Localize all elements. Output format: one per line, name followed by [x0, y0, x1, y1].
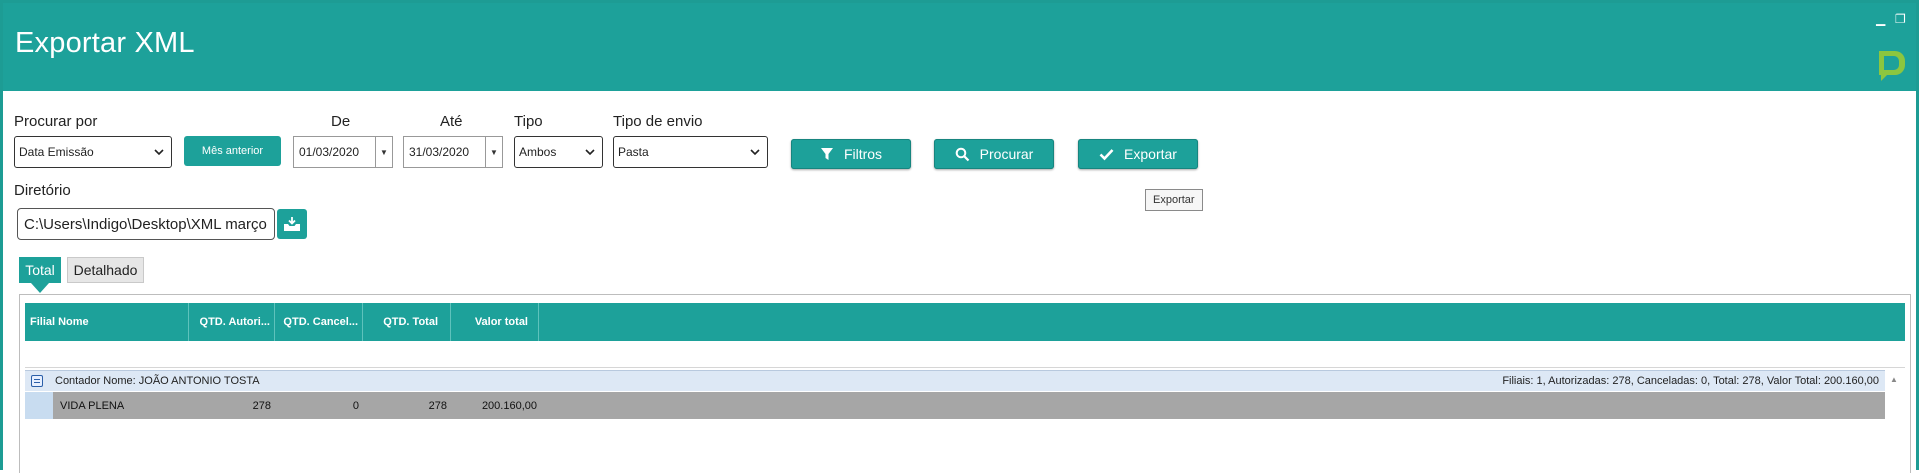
- grid-header: Filial Nome QTD. Autori... QTD. Cancel..…: [25, 303, 1905, 341]
- search-by-select[interactable]: Data Emissão: [14, 136, 172, 168]
- send-type-value: Pasta: [618, 145, 649, 159]
- app-logo-icon: [1879, 51, 1905, 81]
- minimize-button[interactable]: ▁: [1876, 13, 1885, 25]
- grid-filter-row[interactable]: [25, 341, 1905, 368]
- row-selector[interactable]: [25, 392, 53, 419]
- export-button[interactable]: Exportar: [1078, 139, 1198, 169]
- from-date-value: 01/03/2020: [299, 145, 360, 159]
- column-qtd-autorizadas[interactable]: QTD. Autori...: [189, 303, 275, 341]
- cell-valor-total: 200.160,00: [481, 399, 537, 412]
- group-summary: Filiais: 1, Autorizadas: 278, Canceladas…: [1502, 375, 1879, 387]
- tab-total[interactable]: Total: [19, 257, 61, 293]
- to-date-picker[interactable]: 31/03/2020 ▼: [403, 136, 503, 168]
- cell-qtd-autorizadas: 278: [252, 399, 271, 412]
- table-row[interactable]: VIDA PLENA 278 0 278 200.160,00: [25, 392, 1885, 419]
- export-button-label: Exportar: [1124, 146, 1177, 162]
- cell-filial-nome: VIDA PLENA: [60, 399, 125, 412]
- group-collapse-icon[interactable]: [31, 375, 43, 387]
- export-xml-window: Exportar XML ▁ ❐ Procurar por Data Emiss…: [0, 0, 1919, 473]
- chevron-down-icon: [154, 149, 164, 156]
- type-value: Ambos: [519, 145, 557, 159]
- search-button[interactable]: Procurar: [934, 139, 1054, 169]
- checkmark-icon: [1099, 148, 1114, 160]
- column-qtd-canceladas[interactable]: QTD. Cancel...: [275, 303, 363, 341]
- from-date-picker[interactable]: 01/03/2020 ▼: [293, 136, 393, 168]
- page-title: Exportar XML: [15, 27, 195, 59]
- scroll-up-arrow-icon[interactable]: ▲: [1887, 372, 1901, 386]
- export-tooltip: Exportar: [1145, 189, 1203, 211]
- directory-label: Diretório: [14, 182, 71, 199]
- type-label: Tipo: [514, 113, 543, 130]
- cell-qtd-total: 278: [428, 399, 447, 412]
- window-header: Exportar XML ▁ ❐: [3, 3, 1916, 91]
- send-type-label: Tipo de envio: [613, 113, 703, 130]
- filter-icon: [820, 148, 833, 160]
- tab-detalhado[interactable]: Detalhado: [67, 257, 144, 283]
- chevron-down-icon: [585, 149, 595, 156]
- browse-folder-button[interactable]: [277, 209, 307, 239]
- directory-input[interactable]: C:\Users\Indigo\Desktop\XML março: [17, 208, 275, 240]
- from-date-label: De: [331, 113, 351, 130]
- chevron-down-icon: [750, 149, 760, 156]
- column-valor-total[interactable]: Valor total: [451, 303, 539, 341]
- to-date-value: 31/03/2020: [409, 145, 470, 159]
- group-row[interactable]: Contador Nome: JOÃO ANTONIO TOSTA Filiai…: [25, 370, 1885, 391]
- search-by-label: Procurar por: [14, 113, 98, 130]
- group-label: Contador Nome: JOÃO ANTONIO TOSTA: [55, 375, 260, 387]
- type-select[interactable]: Ambos: [514, 136, 603, 168]
- send-type-select[interactable]: Pasta: [613, 136, 768, 168]
- folder-download-icon: [284, 217, 300, 231]
- column-qtd-total[interactable]: QTD. Total: [363, 303, 451, 341]
- to-date-label: Até: [440, 113, 463, 130]
- calendar-dropdown-icon[interactable]: ▼: [375, 137, 392, 167]
- restore-button[interactable]: ❐: [1895, 13, 1906, 25]
- filters-button[interactable]: Filtros: [791, 139, 911, 169]
- column-filial-nome[interactable]: Filial Nome: [25, 303, 189, 341]
- filters-button-label: Filtros: [843, 146, 883, 162]
- calendar-dropdown-icon[interactable]: ▼: [485, 137, 502, 167]
- search-by-value: Data Emissão: [19, 145, 94, 159]
- search-icon: [955, 147, 969, 161]
- search-button-label: Procurar: [979, 146, 1034, 162]
- previous-month-button[interactable]: Mês anterior: [184, 136, 281, 166]
- cell-qtd-canceladas: 0: [352, 399, 359, 412]
